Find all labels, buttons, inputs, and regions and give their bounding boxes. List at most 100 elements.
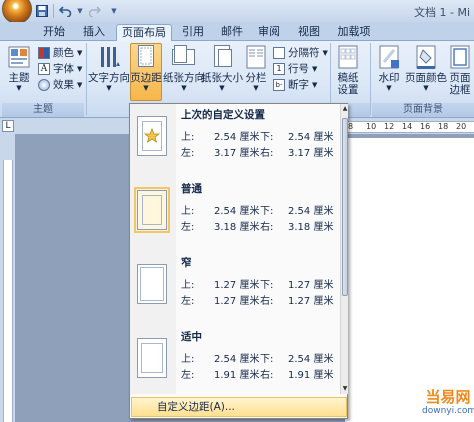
quick-access-toolbar: ▼ ▼ [34,3,122,19]
margin-preset-normal[interactable]: 普通 上: 2.54 厘米 下: 2.54 厘米 左: 3.18 厘米 右: 3… [130,178,340,252]
page-borders-icon [447,44,473,70]
tab-insert[interactable]: 插入 [76,24,112,41]
scroll-up-icon[interactable]: ▲ [341,104,349,114]
left-value: 3.17 厘米 [214,148,260,159]
manuscript-label-1: 稿纸 [337,72,359,84]
breaks-label: 分隔符 [288,47,320,59]
save-icon[interactable] [34,3,50,19]
columns-button[interactable]: 分栏 ▼ [242,44,270,92]
redo-icon[interactable] [87,3,103,19]
themes-button[interactable]: 主题 ▼ [4,44,34,92]
margins-label: 页边距 [130,72,162,84]
manuscript-icon [335,44,361,70]
horizontal-ruler[interactable]: 8 10 12 14 16 18 20 [346,121,474,133]
line-numbers-button[interactable]: 1 行号 ▼ [273,61,317,76]
right-label: 右: [260,370,274,381]
manuscript-settings-button[interactable]: 稿纸 设置 [333,44,363,96]
preset-title: 适中 [181,331,202,343]
top-label: 上: [181,206,195,217]
line-numbers-icon: 1 [273,62,285,75]
scroll-down-icon[interactable]: ▼ [341,384,349,394]
top-label: 上: [181,132,195,143]
page-background-group-label: 页面背景 [372,103,474,117]
theme-effects-button[interactable]: 效果 ▼ [38,77,82,92]
bottom-value: 1.27 厘米 [288,280,334,291]
left-label: 左: [181,222,195,233]
left-value: 1.27 厘米 [214,296,260,307]
watermark-button[interactable]: 水印 ▼ [374,44,404,92]
breaks-button[interactable]: 分隔符 ▼ [273,45,328,60]
document-page[interactable] [345,138,474,422]
orientation-icon [171,44,197,70]
bottom-label: 下: [260,132,274,143]
theme-colors-label: 颜色 [53,47,74,59]
theme-fonts-button[interactable]: A 字体 ▼ [38,61,82,76]
right-value: 1.91 厘米 [288,370,334,381]
page-borders-button[interactable]: 页面 边框 [446,44,474,96]
bottom-value: 2.54 厘米 [288,206,334,217]
themes-dropdown-icon: ▼ [16,84,22,92]
page-color-dropdown-icon: ▼ [423,84,429,92]
margin-preset-last-custom[interactable]: 上次的自定义设置 上: 2.54 厘米 下: 2.54 厘米 左: 3.17 厘… [130,104,340,178]
margin-preset-narrow[interactable]: 窄 上: 1.27 厘米 下: 1.27 厘米 左: 1.27 厘米 右: 1.… [130,252,340,326]
office-button-icon[interactable] [2,0,32,24]
columns-dropdown-icon: ▼ [253,84,259,92]
watermark-icon [376,44,402,70]
text-direction-label: 文字方向 [88,72,130,84]
customize-qat-icon[interactable]: ▼ [106,3,122,19]
last-custom-margins-icon [137,116,167,156]
right-value: 1.27 厘米 [288,296,334,307]
page-borders-label-1: 页面 [449,72,471,84]
tab-home[interactable]: 开始 [34,24,74,41]
vertical-ruler[interactable] [3,160,13,422]
theme-fonts-icon: A [38,62,50,75]
ruler-mark: 18 [438,122,449,131]
watermark-sub-text: downyi.com [422,406,474,416]
margin-preset-moderate[interactable]: 适中 上: 2.54 厘米 下: 2.54 厘米 左: 1.91 厘米 右: 1… [130,326,340,394]
theme-fonts-label: 字体 [53,63,74,75]
tab-review[interactable]: 审阅 [252,24,286,41]
columns-icon [243,44,269,70]
top-label: 上: [181,280,195,291]
group-separator [370,43,371,115]
paper-size-button[interactable]: 纸张大小 ▼ [201,44,243,92]
page-borders-label-2: 边框 [449,84,471,96]
paper-size-label: 纸张大小 [201,72,243,84]
tab-references[interactable]: 引用 [176,24,210,41]
margins-dropdown-icon: ▼ [143,84,149,92]
theme-colors-button[interactable]: 颜色 ▼ [38,45,82,60]
text-direction-button[interactable]: 文字方向 ▼ [88,44,130,92]
custom-margins-menu-item[interactable]: 自定义边距(A)... [131,397,347,417]
themes-icon [6,44,32,70]
theme-effects-icon [38,78,50,91]
tab-selector-icon[interactable]: L [2,120,14,132]
margins-button[interactable]: 页边距 ▼ [130,43,162,101]
preset-title: 窄 [181,257,192,269]
tab-mailings[interactable]: 邮件 [214,24,250,41]
scroll-thumb[interactable] [342,118,348,296]
watermark-dropdown-icon: ▼ [386,84,392,92]
left-label: 左: [181,148,195,159]
bottom-value: 2.54 厘米 [288,354,334,365]
hyphenation-button[interactable]: b- 断字 ▼ [273,77,317,92]
tab-addins[interactable]: 加载项 [332,24,376,41]
right-label: 右: [260,296,274,307]
orientation-button[interactable]: 纸张方向 ▼ [163,44,205,92]
columns-label: 分栏 [245,72,267,84]
right-value: 3.18 厘米 [288,222,334,233]
normal-margins-icon [134,187,170,233]
qat-separator [53,4,54,18]
left-label: 左: [181,370,195,381]
tab-page-layout[interactable]: 页面布局 [116,24,172,41]
undo-icon[interactable] [57,3,73,19]
themes-label: 主题 [8,72,30,84]
menu-scrollbar[interactable]: ▲ ▼ [340,104,348,394]
undo-dropdown-icon[interactable]: ▼ [76,3,84,19]
bottom-label: 下: [260,354,274,365]
top-value: 2.54 厘米 [214,132,260,143]
top-value: 1.27 厘米 [214,280,260,291]
page-color-button[interactable]: 页面颜色 ▼ [405,44,447,92]
ruler-mark: 12 [384,122,395,131]
right-label: 右: [260,148,274,159]
tab-view[interactable]: 视图 [292,24,326,41]
